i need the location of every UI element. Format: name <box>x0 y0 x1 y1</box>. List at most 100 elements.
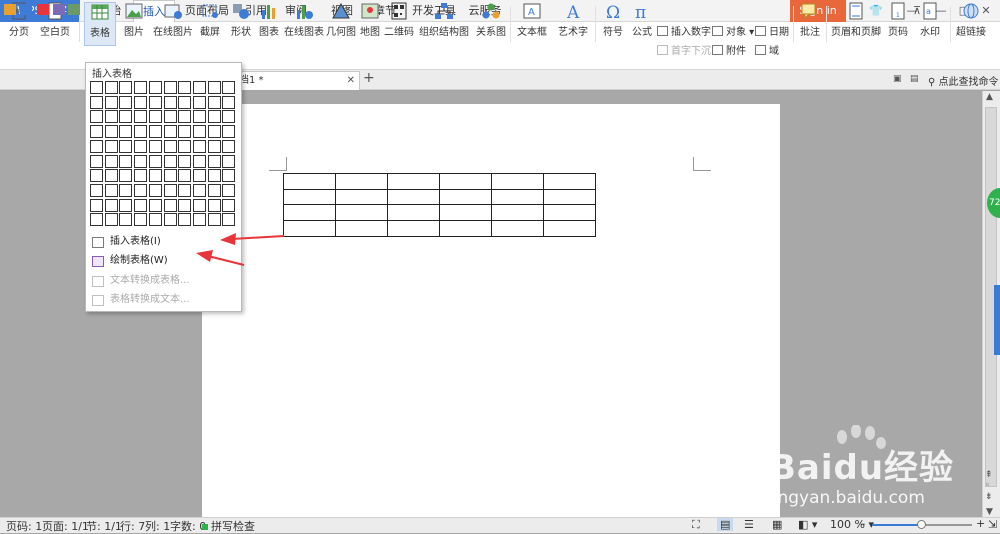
grid-cell[interactable] <box>222 183 236 197</box>
grid-cell[interactable] <box>119 169 133 183</box>
grid-cell[interactable] <box>207 125 221 139</box>
table-cell[interactable] <box>283 204 336 222</box>
text-to-table-item[interactable]: 文本转换成表格... <box>88 272 238 290</box>
grid-cell[interactable] <box>178 169 192 183</box>
geometry-button[interactable]: 几何图 <box>326 2 356 46</box>
reading-mode-icon[interactable]: ◧ ▾ <box>798 518 817 531</box>
table-cell[interactable] <box>335 220 388 237</box>
grid-cell[interactable] <box>90 139 103 153</box>
grid-cell[interactable] <box>222 125 236 139</box>
header-footer-button[interactable]: 页眉和页脚 <box>830 2 882 46</box>
draw-table-item[interactable]: 绘制表格(W) <box>88 252 238 270</box>
grid-cell[interactable] <box>178 110 192 124</box>
grid-cell[interactable] <box>163 139 177 153</box>
table-cell[interactable] <box>439 204 492 222</box>
table-to-text-item[interactable]: 表格转换成文本... <box>88 291 238 309</box>
table-cell[interactable] <box>387 188 440 206</box>
insert-number-button[interactable]: 插入数字 <box>657 26 711 40</box>
grid-cell[interactable] <box>178 139 192 153</box>
comment-button[interactable]: 批注 <box>797 2 823 46</box>
table-cell[interactable] <box>543 204 596 222</box>
grid-cell[interactable] <box>192 110 206 124</box>
grid-cell[interactable] <box>178 213 192 227</box>
grid-cell[interactable] <box>104 169 118 183</box>
hyperlink-button[interactable]: 超链接 <box>953 2 989 46</box>
fullscreen-icon[interactable]: ⛶ <box>692 518 700 532</box>
grid-cell[interactable] <box>222 95 236 109</box>
insert-table-item[interactable]: 插入表格(I) <box>88 233 238 251</box>
grid-cell[interactable] <box>134 213 148 227</box>
document-tab[interactable]: 档1 * ✕ <box>235 71 360 90</box>
grid-cell[interactable] <box>148 139 162 153</box>
grid-cell[interactable] <box>90 125 103 139</box>
grid-cell[interactable] <box>148 125 162 139</box>
table-cell[interactable] <box>387 220 440 237</box>
grid-cell[interactable] <box>134 125 148 139</box>
table-cell[interactable] <box>335 173 388 190</box>
grid-cell[interactable] <box>192 213 206 227</box>
grid-cell[interactable] <box>148 81 162 94</box>
table-cell[interactable] <box>491 220 544 237</box>
table-cell[interactable] <box>283 188 336 206</box>
grid-cell[interactable] <box>222 213 236 227</box>
grid-cell[interactable] <box>104 198 118 212</box>
spell-check-toggle[interactable]: 拼写检查 <box>202 518 255 534</box>
grid-cell[interactable] <box>163 213 177 227</box>
grid-cell[interactable] <box>90 81 103 94</box>
grid-cell[interactable] <box>148 183 162 197</box>
relation-chart-button[interactable]: 关系图 <box>474 2 508 46</box>
table-cell[interactable] <box>387 173 440 190</box>
object-button[interactable]: 对象 ▾ <box>712 26 754 40</box>
table-cell[interactable] <box>491 204 544 222</box>
qrcode-button[interactable]: 二维码 <box>384 2 414 46</box>
grid-cell[interactable] <box>222 169 236 183</box>
grid-cell[interactable] <box>222 198 236 212</box>
grid-cell[interactable] <box>104 95 118 109</box>
grid-cell[interactable] <box>134 139 148 153</box>
table-cell[interactable] <box>283 173 336 190</box>
grid-cell[interactable] <box>104 183 118 197</box>
grid-cell[interactable] <box>192 169 206 183</box>
table-cell[interactable] <box>335 204 388 222</box>
grid-cell[interactable] <box>207 154 221 168</box>
grid-cell[interactable] <box>178 95 192 109</box>
document-table[interactable] <box>283 173 596 237</box>
web-view-icon[interactable]: ▦ <box>772 518 782 531</box>
grid-cell[interactable] <box>192 81 206 94</box>
grid-cell[interactable] <box>148 154 162 168</box>
grid-cell[interactable] <box>148 169 162 183</box>
outline-view-icon[interactable]: ☰ <box>744 518 754 531</box>
zoom-level[interactable]: 100 % ▾ <box>830 518 874 531</box>
grid-cell[interactable] <box>207 213 221 227</box>
print-preview-icon[interactable] <box>68 4 80 15</box>
grid-cell[interactable] <box>192 198 206 212</box>
grid-cell[interactable] <box>178 81 192 94</box>
grid-cell[interactable] <box>134 95 148 109</box>
watermark-button[interactable]: a 水印 <box>915 2 945 46</box>
grid-cell[interactable] <box>134 169 148 183</box>
grid-cell[interactable] <box>207 81 221 94</box>
table-cell[interactable] <box>335 188 388 206</box>
grid-cell[interactable] <box>207 169 221 183</box>
picture-button[interactable]: 图片 <box>118 2 150 46</box>
online-picture-button[interactable]: 在线图片 <box>151 2 195 46</box>
attachment-button[interactable]: 附件 <box>712 45 746 59</box>
date-button[interactable]: 日期 <box>755 26 789 40</box>
grid-cell[interactable] <box>104 213 118 227</box>
grid-cell[interactable] <box>148 198 162 212</box>
grid-cell[interactable] <box>134 110 148 124</box>
grid-cell[interactable] <box>104 110 118 124</box>
grid-cell[interactable] <box>104 125 118 139</box>
grid-cell[interactable] <box>207 198 221 212</box>
grid-cell[interactable] <box>163 198 177 212</box>
grid-cell[interactable] <box>178 154 192 168</box>
screenshot-button[interactable]: 截屏 <box>196 2 224 46</box>
grid-cell[interactable] <box>119 183 133 197</box>
table-cell[interactable] <box>491 173 544 190</box>
grid-cell[interactable] <box>207 139 221 153</box>
grid-cell[interactable] <box>90 110 103 124</box>
table-cell[interactable] <box>543 220 596 237</box>
table-cell[interactable] <box>439 220 492 237</box>
close-icon[interactable]: ✕ <box>347 72 355 90</box>
page-view-icon[interactable]: ▤ <box>717 518 734 531</box>
